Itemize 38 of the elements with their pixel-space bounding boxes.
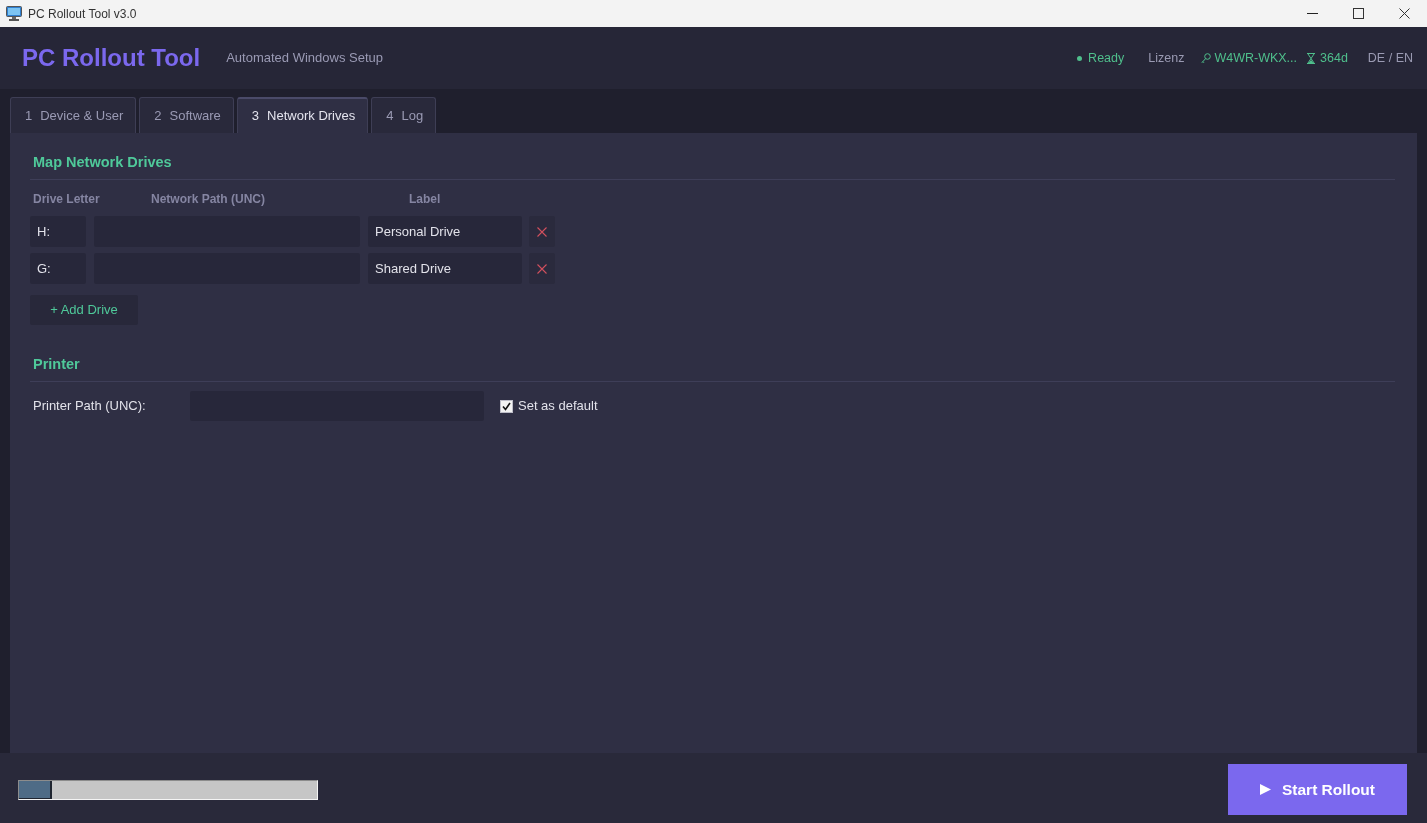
column-header: Drive Letter — [33, 192, 100, 206]
monitor-icon — [6, 6, 22, 21]
license-label: Lizenz — [1148, 49, 1185, 67]
maximize-icon[interactable] — [1352, 8, 1364, 19]
checkbox[interactable] — [500, 399, 513, 413]
license-days: 364d — [1320, 48, 1348, 68]
remove-button[interactable] — [529, 216, 555, 247]
section-heading: Printer — [33, 355, 80, 373]
status-dot-icon — [1077, 55, 1083, 61]
tab[interactable]: 2 Software — [139, 97, 234, 133]
checkbox-label: Set as default — [518, 397, 598, 416]
start-rollout-button[interactable]: Start Rollout — [1228, 764, 1407, 815]
remove-button[interactable] — [529, 253, 555, 284]
cross-icon — [537, 226, 547, 237]
drive-label-field[interactable]: Shared Drive — [368, 253, 522, 284]
column-header: Network Path (UNC) — [151, 192, 265, 206]
window-title: PC Rollout Tool v3.0 — [28, 5, 137, 23]
tab[interactable]: 3 Network Drives — [236, 97, 369, 133]
add-drive-button[interactable]: + Add Drive — [30, 295, 138, 325]
tab[interactable]: 1 Device & User — [10, 97, 137, 133]
key-icon — [1201, 52, 1212, 64]
column-header: Label — [409, 192, 441, 206]
status-text: Ready — [1088, 49, 1125, 67]
hourglass-icon — [1307, 52, 1316, 64]
drive-label-field[interactable]: Personal Drive — [368, 216, 522, 247]
play-icon — [1260, 784, 1271, 795]
app-subtitle: Automated Windows Setup — [226, 49, 383, 68]
language-text: DE / EN — [1367, 49, 1413, 67]
drive-letter-field[interactable]: H: — [30, 216, 86, 247]
app-title: PC Rollout Tool — [22, 46, 201, 70]
license-key: W4WR-WKX... — [1214, 48, 1298, 68]
minimize-icon[interactable] — [1306, 13, 1318, 14]
cross-icon — [537, 263, 547, 274]
tab[interactable]: 4 Log — [371, 97, 437, 133]
close-icon[interactable] — [1398, 8, 1410, 19]
printer-path-label: Printer Path (UNC): — [33, 398, 146, 414]
drive-letter-field[interactable]: G: — [30, 253, 86, 284]
section-heading: Map Network Drives — [33, 153, 172, 171]
